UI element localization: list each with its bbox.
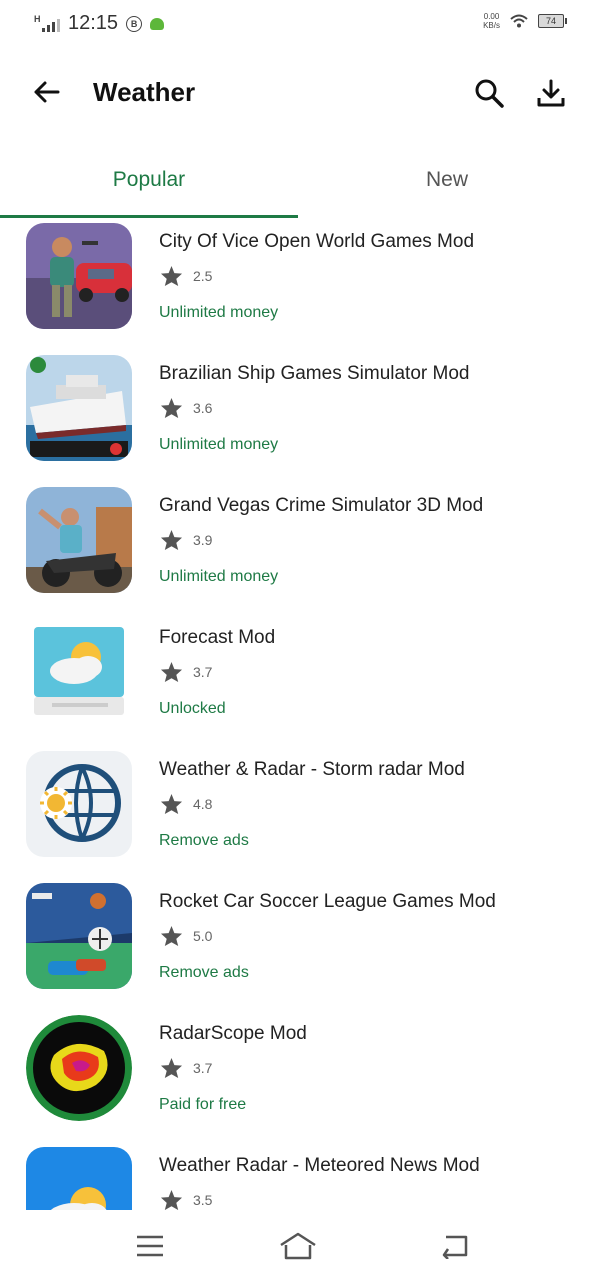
rating-value: 4.8 [193,796,213,812]
rating: 3.9 [160,529,212,551]
star-icon [160,1057,183,1079]
star-icon [160,793,183,815]
app-icon [26,355,132,461]
app-name: Forecast Mod [159,627,276,648]
mod-label: Unlimited money [159,304,279,321]
list-item[interactable]: Brazilian Ship Games Simulator Mod 3.6 U… [0,352,596,484]
network-type: H [34,13,41,24]
list-item[interactable]: RadarScope Mod 3.7 Paid for free [0,1012,596,1144]
rating-value: 2.5 [193,268,213,284]
search-button[interactable] [470,74,508,112]
back-icon [442,1235,468,1259]
tab-popular[interactable]: Popular [0,140,298,220]
status-bar: H 12:15 B 0.00 KB/s 74 [0,0,596,48]
star-icon [160,661,183,683]
status-time: 12:15 [68,12,119,34]
home-button[interactable] [276,1228,320,1264]
rating: 2.5 [160,265,212,287]
star-icon [160,529,183,551]
mod-label: Paid for free [159,1096,247,1113]
app-list: City Of Vice Open World Games Mod 2.5 Un… [0,220,596,1210]
star-icon [160,1189,183,1210]
rating-value: 3.5 [193,1192,213,1208]
app-icon [26,223,132,329]
mod-label: Remove ads [159,832,249,849]
system-nav-bar [0,1210,596,1280]
tab-bar: Popular New [0,140,596,220]
home-icon [280,1232,316,1260]
star-icon [160,925,183,947]
tab-indicator [0,215,298,218]
battery-icon: 74 [538,14,567,28]
rating: 3.6 [160,397,212,419]
back-button[interactable] [28,74,64,110]
wifi-icon [510,14,528,28]
app-name: Grand Vegas Crime Simulator 3D Mod [159,495,484,516]
app-name: Weather & Radar - Storm radar Mod [159,759,465,780]
download-icon [537,79,565,107]
app-name: City Of Vice Open World Games Mod [159,231,475,252]
arrow-left-icon [34,81,60,103]
mod-label: Remove ads [159,964,249,981]
list-item[interactable]: Forecast Mod 3.7 Unlocked [0,616,596,748]
app-icon [26,751,132,857]
rating-value: 3.6 [193,400,213,416]
rating-value: 5.0 [193,928,213,944]
menu-button[interactable] [128,1228,172,1264]
list-item[interactable]: Weather & Radar - Storm radar Mod 4.8 Re… [0,748,596,880]
star-icon [160,265,183,287]
mod-label: Unlocked [159,700,226,717]
network-speed-unit: KB/s [483,21,500,30]
star-icon [160,397,183,419]
b-badge-icon: B [126,15,143,32]
app-name: RadarScope Mod [159,1023,307,1044]
rating-value: 3.9 [193,532,213,548]
rating: 3.7 [160,661,212,683]
battery-level: 74 [545,16,556,26]
search-icon [475,79,504,108]
mod-label: Unlimited money [159,568,279,585]
back-nav-button[interactable] [432,1228,476,1264]
app-icon [26,487,132,593]
menu-icon [137,1235,163,1257]
list-item[interactable]: Grand Vegas Crime Simulator 3D Mod 3.9 U… [0,484,596,616]
mod-label: Unlimited money [159,436,279,453]
app-name: Rocket Car Soccer League Games Mod [159,891,496,912]
rating-value: 3.7 [193,664,213,680]
rating: 3.7 [160,1057,212,1079]
app-icon [26,883,132,989]
app-icon [26,1147,132,1210]
rating: 3.5 [160,1189,212,1210]
network-speed-value: 0.00 [483,12,500,21]
rating: 5.0 [160,925,212,947]
status-left: H 12:15 B [34,12,165,35]
app-name: Weather Radar - Meteored News Mod [159,1155,480,1176]
page-title: Weather [93,77,196,107]
tab-new[interactable]: New [298,140,596,220]
signal-icon: H [34,13,60,32]
app-name: Brazilian Ship Games Simulator Mod [159,363,470,384]
rating-value: 3.7 [193,1060,213,1076]
app-bar: Weather [0,48,596,140]
list-item[interactable]: Rocket Car Soccer League Games Mod 5.0 R… [0,880,596,1012]
rating: 4.8 [160,793,212,815]
android-icon [150,17,165,30]
list-item[interactable]: City Of Vice Open World Games Mod 2.5 Un… [0,220,596,352]
app-icon [26,1015,132,1121]
download-button[interactable] [532,74,570,112]
app-icon [26,619,132,725]
network-speed: 0.00 KB/s [483,12,500,30]
list-item[interactable]: Weather Radar - Meteored News Mod 3.5 [0,1144,596,1210]
status-right: 0.00 KB/s 74 [483,12,567,30]
